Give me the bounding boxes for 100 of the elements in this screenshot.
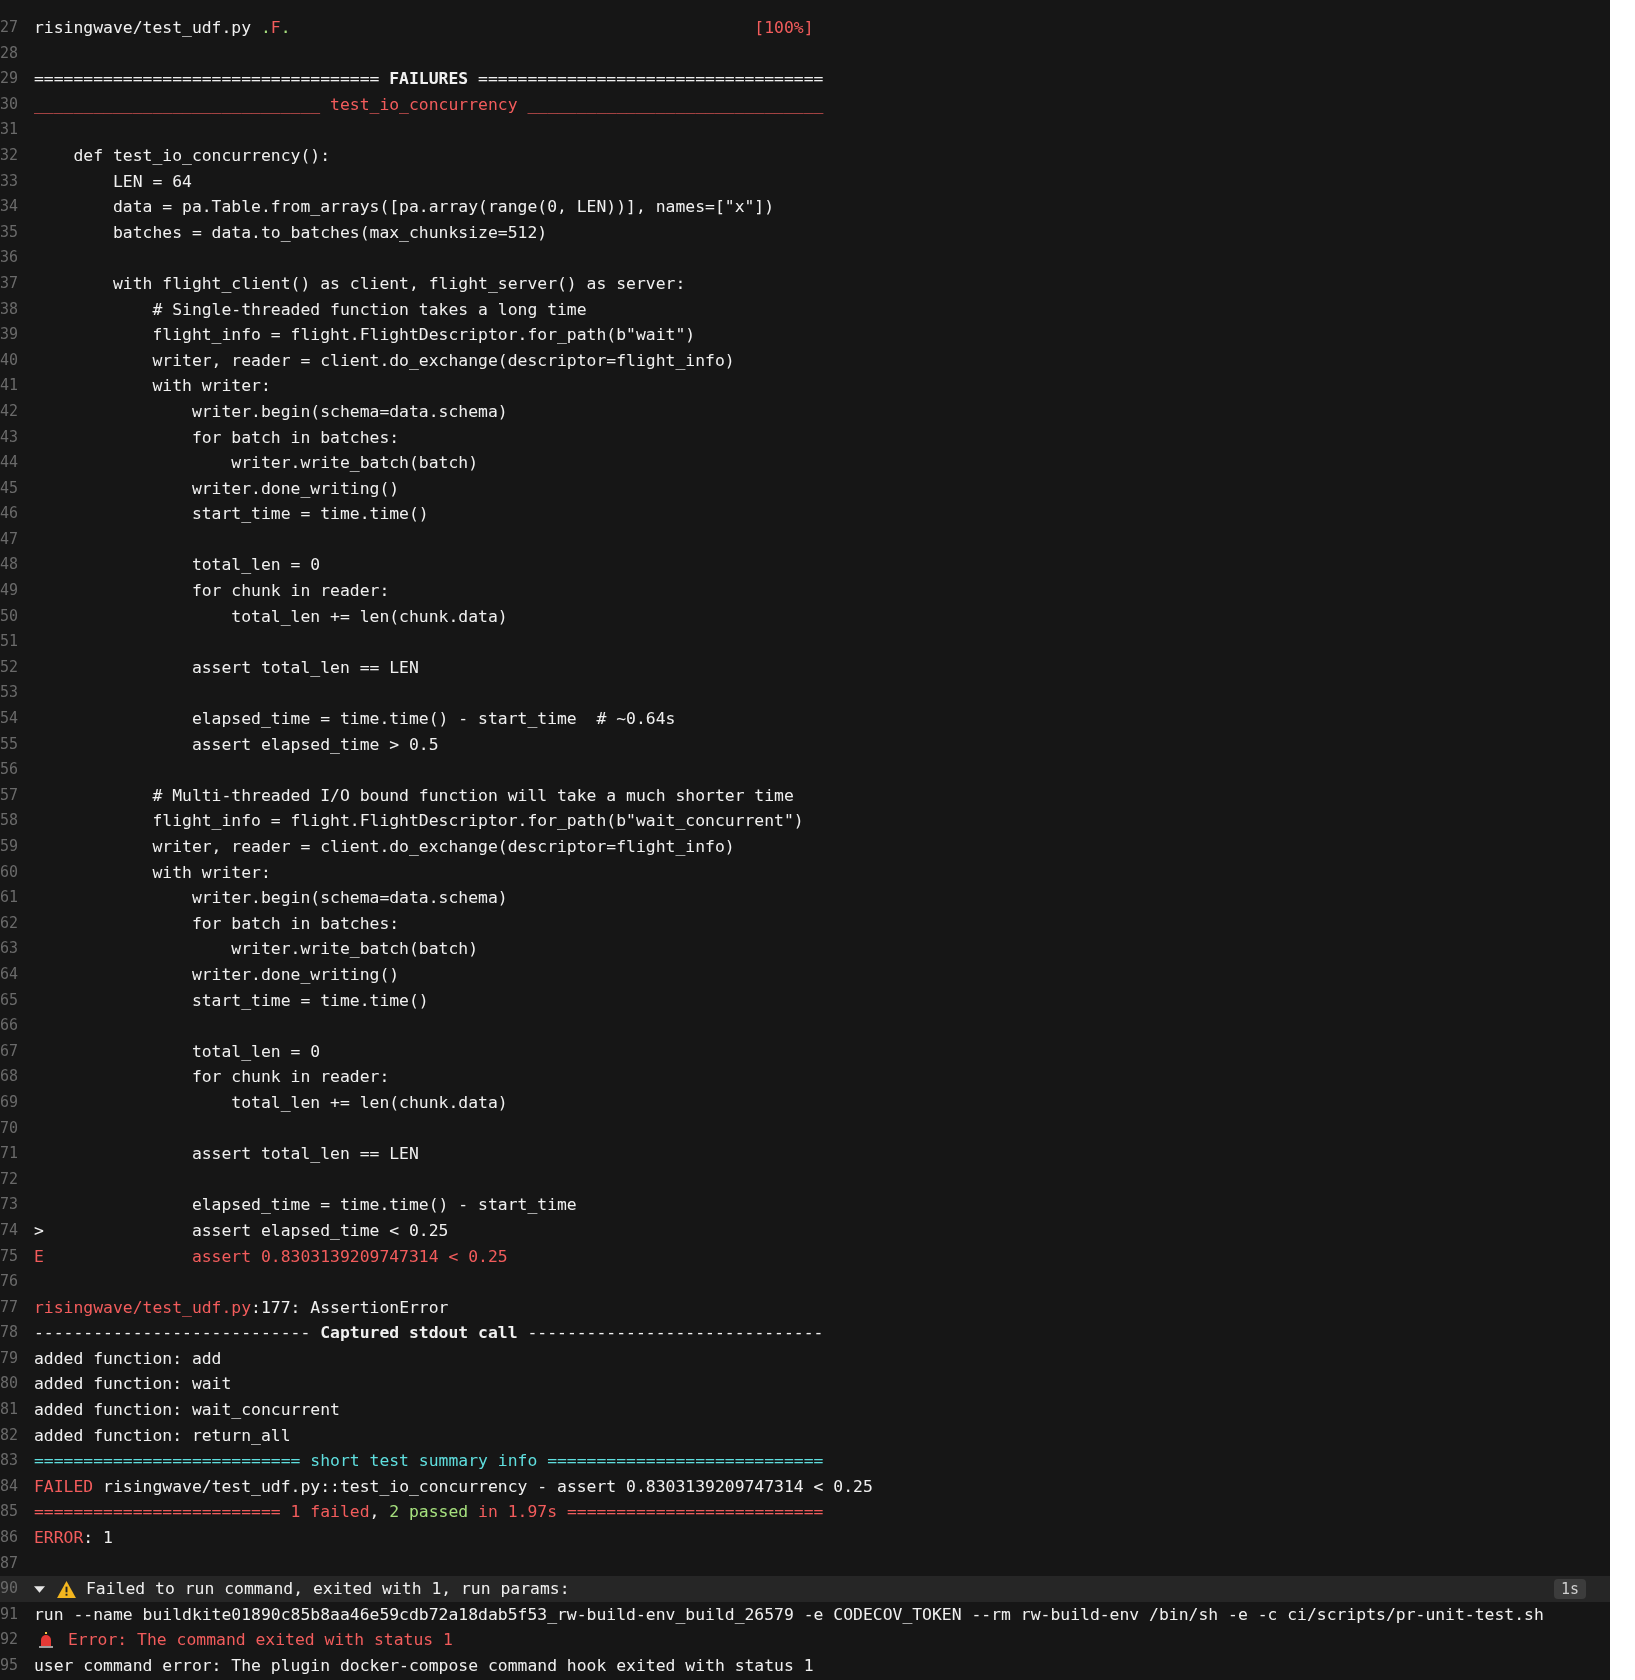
- log-line: writer.begin(schema=data.schema): [190, 887, 508, 910]
- line-number: 70: [0, 1117, 20, 1139]
- log-line: start_time = time.time(): [190, 503, 429, 526]
- line-number: 35: [0, 221, 20, 243]
- log-line: =========================== short test summary info ============================: [34, 1450, 824, 1473]
- log-line: Error: The command exited with status 1: [68, 1629, 453, 1652]
- log-line: flight_info = flight.FlightDescriptor.for_path(b"wait_concurrent"): [151, 810, 804, 833]
- line-number: 29: [0, 68, 20, 90]
- line-number: 60: [0, 861, 20, 883]
- log-line: writer, reader = client.do_exchange(descriptor=flight_info): [151, 349, 735, 372]
- log-line: # Multi-threaded I/O bound function will take a much shorter time: [151, 784, 794, 807]
- log-line: assert total_len == LEN: [190, 1143, 419, 1166]
- line-number: 64: [0, 963, 20, 985]
- line-number: 65: [0, 989, 20, 1011]
- line-number: 40: [0, 349, 20, 371]
- line-number: 72: [0, 1168, 20, 1190]
- log-line: =================================== FAILURES ===================================: [34, 68, 824, 91]
- line-number: 74: [0, 1219, 20, 1241]
- line-number: 59: [0, 836, 20, 857]
- log-line: start_time = time.time(): [190, 989, 429, 1012]
- line-number: 41: [0, 375, 20, 397]
- line-number: 43: [0, 426, 20, 448]
- log-line: writer.done_writing(): [190, 477, 400, 500]
- log-line: elapsed_time = time.time() - start_time # ~0.64s: [190, 708, 676, 731]
- line-number: 38: [0, 298, 20, 320]
- line-number: 84: [0, 1475, 20, 1497]
- log-line: for chunk in reader:: [190, 1066, 390, 1089]
- line-number: 78: [0, 1322, 20, 1344]
- line-number: 45: [0, 477, 20, 499]
- line-number: 50: [0, 605, 20, 627]
- line-number: 49: [0, 580, 20, 602]
- log-line: total_len += len(chunk.data): [230, 1091, 508, 1114]
- log-line: ---------------------------- Captured stdout call ------------------------------: [34, 1322, 824, 1345]
- duration-badge: 1s: [1553, 1579, 1586, 1599]
- log-line: _____________________________ test_io_concurrency ______________________________: [34, 93, 824, 116]
- line-number: 63: [0, 938, 20, 960]
- log-line: batches = data.to_batches(max_chunksize=512): [111, 221, 548, 244]
- caret-icon[interactable]: [34, 1583, 45, 1595]
- log-line: added function: wait_concurrent: [34, 1399, 340, 1422]
- log-line: ========================= 1 failed, 2 passed in 1.97s ==========================: [34, 1501, 824, 1524]
- line-number: 95: [0, 1655, 20, 1676]
- line-number: 85: [0, 1501, 20, 1523]
- log-line: with flight_client() as client, flight_server() as server:: [111, 272, 686, 295]
- log-line: writer.done_writing(): [190, 963, 400, 986]
- line-number: 92: [0, 1629, 20, 1651]
- line-number: 76: [0, 1271, 20, 1293]
- log-line: writer.write_batch(batch): [230, 938, 479, 961]
- line-number: 42: [0, 400, 20, 422]
- log-line: for batch in batches:: [190, 912, 400, 935]
- line-number: 37: [0, 272, 20, 294]
- line-number: 75: [0, 1245, 20, 1267]
- line-number: 87: [0, 1552, 20, 1574]
- line-number: 53: [0, 682, 20, 704]
- log-line: ERROR: 1: [34, 1527, 113, 1550]
- line-number: 44: [0, 452, 20, 474]
- line-number: 47: [0, 528, 20, 550]
- log-line: for chunk in reader:: [190, 580, 390, 603]
- line-number: 71: [0, 1143, 20, 1165]
- line-number: 86: [0, 1527, 20, 1549]
- log-line: LEN = 64: [111, 170, 192, 193]
- line-number: 81: [0, 1399, 20, 1421]
- line-number: 27: [0, 17, 20, 38]
- line-number: 31: [0, 119, 20, 141]
- line-number: 34: [0, 196, 20, 218]
- line-number: 56: [0, 759, 20, 781]
- siren-icon: [38, 1632, 54, 1649]
- warning-icon: [57, 1580, 76, 1598]
- log-line: added function: wait: [34, 1373, 232, 1396]
- log-line: risingwave/test_udf.py:177: AssertionError: [34, 1296, 449, 1319]
- log-group-header[interactable]: 90 Failed to run command, exited with 1, run params: 1s: [0, 1576, 1610, 1602]
- line-number: 80: [0, 1373, 20, 1395]
- line-number: 46: [0, 503, 20, 525]
- log-line: user command error: The plugin docker-compose command hook exited with status 1: [34, 1655, 814, 1677]
- log-line: Failed to run command, exited with 1, run params:: [86, 1578, 570, 1601]
- line-number: 77: [0, 1296, 20, 1318]
- line-number: 90: [0, 1578, 20, 1600]
- line-number: 28: [0, 42, 20, 64]
- log-line: FAILED risingwave/test_udf.py::test_io_concurrency - assert 0.8303139209747314 < 0.25: [34, 1475, 873, 1498]
- progress-text: [100%]: [754, 17, 814, 39]
- line-number: 32: [0, 144, 20, 166]
- log-line: writer.write_batch(batch): [230, 452, 479, 475]
- line-number: 55: [0, 733, 20, 755]
- line-number: 39: [0, 324, 20, 346]
- line-number: 82: [0, 1424, 20, 1446]
- log-line: total_len = 0: [190, 554, 321, 577]
- line-number: 48: [0, 554, 20, 576]
- log-line: writer.begin(schema=data.schema): [190, 400, 508, 423]
- log-line: writer, reader = client.do_exchange(descriptor=flight_info): [151, 836, 735, 858]
- line-number: 69: [0, 1091, 20, 1113]
- line-number: 61: [0, 887, 20, 909]
- line-number: 51: [0, 631, 20, 653]
- line-number: 62: [0, 912, 20, 934]
- line-number: 30: [0, 93, 20, 115]
- line-number: 52: [0, 656, 20, 678]
- log-line: total_len += len(chunk.data): [230, 605, 508, 628]
- log-line: added function: add: [34, 1347, 222, 1370]
- log-line: with writer:: [151, 375, 271, 398]
- log-line: elapsed_time = time.time() - start_time: [190, 1194, 577, 1217]
- line-number: 36: [0, 247, 20, 269]
- log-line: > assert elapsed_time < 0.25: [34, 1219, 449, 1242]
